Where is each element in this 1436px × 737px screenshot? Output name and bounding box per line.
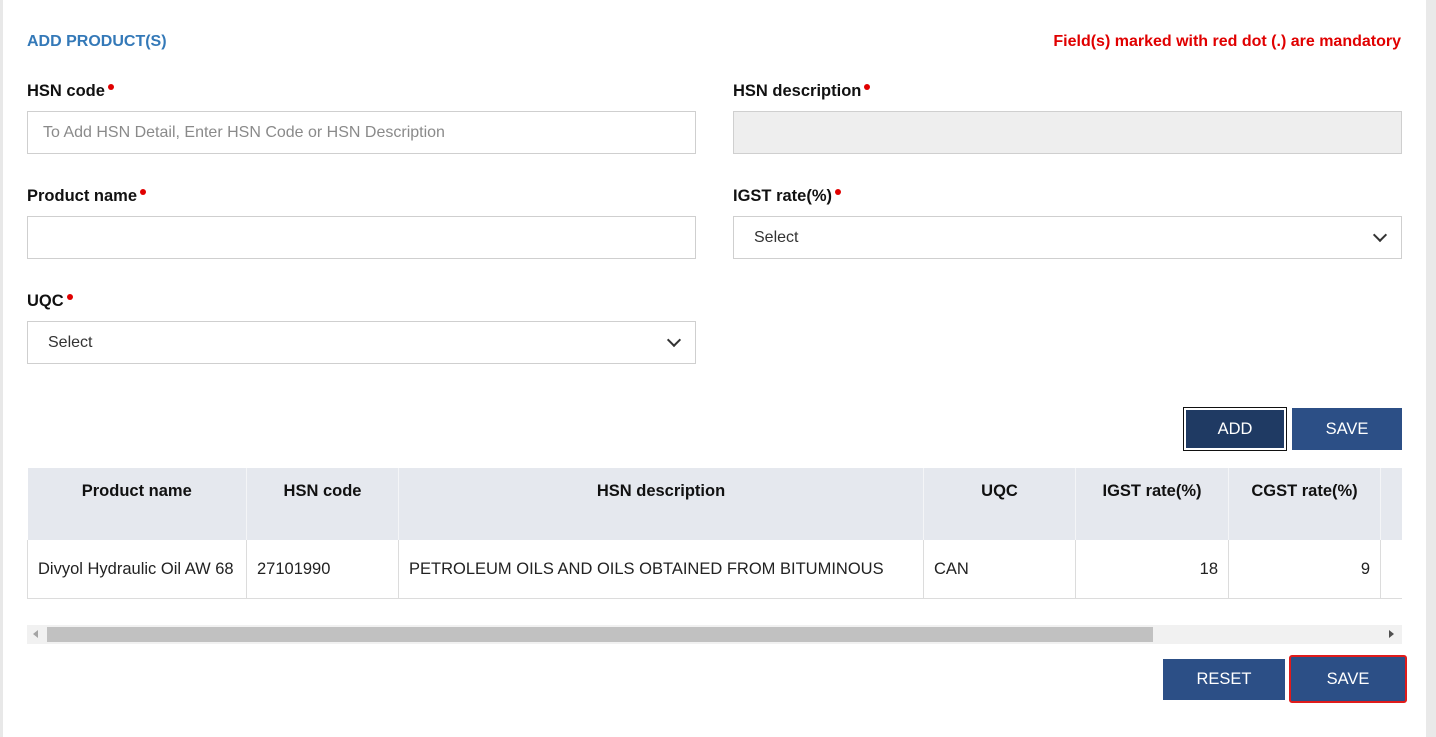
cell-igst-rate: 18 <box>1075 540 1229 599</box>
col-igst-rate[interactable]: IGST rate(%) <box>1075 468 1229 540</box>
col-uqc[interactable]: UQC <box>923 468 1076 540</box>
table-header-row: Product name HSN code HSN description UQ… <box>27 468 1402 540</box>
scroll-right-arrow-icon[interactable] <box>1389 630 1394 638</box>
required-dot <box>107 84 114 90</box>
product-name-label: Product name <box>27 187 147 206</box>
save-bottom-button[interactable]: SAVE <box>1289 655 1407 703</box>
cell-uqc: CAN <box>923 540 1076 599</box>
hsn-description-input <box>733 111 1402 154</box>
igst-rate-label: IGST rate(%) <box>733 187 842 206</box>
left-border <box>0 0 3 737</box>
col-product-name[interactable]: Product name <box>27 468 247 540</box>
hsn-description-label: HSN description <box>733 82 871 101</box>
save-top-button[interactable]: SAVE <box>1292 408 1402 450</box>
col-cgst-rate[interactable]: CGST rate(%) <box>1228 468 1381 540</box>
table-horizontal-scrollbar[interactable] <box>27 625 1402 644</box>
required-dot <box>140 189 147 195</box>
uqc-label: UQC <box>27 292 73 311</box>
scroll-left-arrow-icon[interactable] <box>33 630 38 638</box>
products-table: Product name HSN code HSN description UQ… <box>27 468 1402 599</box>
col-hsn-description[interactable]: HSN description <box>398 468 924 540</box>
hsn-code-label: HSN code <box>27 82 114 101</box>
add-button[interactable]: ADD <box>1183 407 1287 451</box>
uqc-select[interactable]: Select <box>27 321 696 364</box>
chevron-down-icon <box>666 332 682 348</box>
products-table-container: Product name HSN code HSN description UQ… <box>27 468 1402 599</box>
reset-button[interactable]: RESET <box>1163 659 1285 700</box>
scrollbar-thumb[interactable] <box>47 627 1153 642</box>
cell-hsn-description: PETROLEUM OILS AND OILS OBTAINED FROM BI… <box>398 540 924 599</box>
page-title: ADD PRODUCT(S) <box>27 33 167 50</box>
page-scrollbar[interactable] <box>1426 0 1436 737</box>
hsn-code-input[interactable] <box>27 111 696 154</box>
cell-cgst-rate: 9 <box>1228 540 1381 599</box>
cell-hsn-code: 27101990 <box>246 540 399 599</box>
mandatory-note: Field(s) marked with red dot (.) are man… <box>1053 33 1401 50</box>
igst-rate-select[interactable]: Select <box>733 216 1402 259</box>
required-dot <box>864 84 871 90</box>
required-dot <box>66 294 73 300</box>
chevron-down-icon <box>1372 227 1388 243</box>
col-overflow <box>1380 468 1402 540</box>
table-row[interactable]: Divyol Hydraulic Oil AW 68 27101990 PETR… <box>27 540 1402 599</box>
col-hsn-code[interactable]: HSN code <box>246 468 399 540</box>
required-dot <box>835 189 842 195</box>
cell-overflow <box>1380 540 1402 599</box>
product-name-input[interactable] <box>27 216 696 259</box>
cell-product-name: Divyol Hydraulic Oil AW 68 <box>27 540 247 599</box>
